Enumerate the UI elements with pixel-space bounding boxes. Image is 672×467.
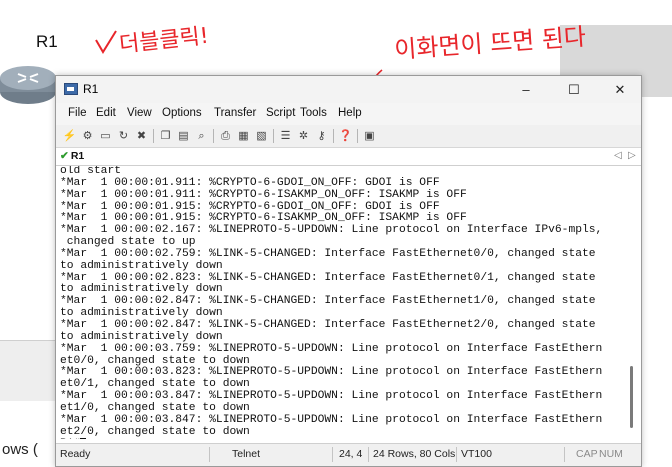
terminal-line: to administratively down	[60, 330, 223, 343]
print-screen-icon[interactable]: ▦	[236, 129, 251, 143]
status-divider	[368, 447, 369, 462]
print-icon[interactable]: ⎙	[218, 129, 233, 143]
tab-r1[interactable]: ✔ R1	[60, 149, 94, 164]
connect-icon[interactable]: ⚡	[62, 129, 77, 143]
scrollbar-thumb[interactable]	[630, 366, 633, 428]
annotation-double-click: 더블클릭!	[118, 24, 210, 58]
toolbar-separator	[213, 129, 214, 143]
status-num: NUM	[599, 448, 623, 460]
menu-view[interactable]: View	[127, 107, 152, 119]
menu-script[interactable]: Script	[266, 107, 295, 119]
terminal-prompt-line[interactable]: R1#	[60, 438, 626, 439]
status-terminal-size: 24 Rows, 80 Cols	[373, 448, 456, 460]
status-emulation: VT100	[461, 448, 492, 460]
session-options-icon[interactable]: ☰	[278, 129, 293, 143]
global-options-icon[interactable]: ✲	[296, 129, 311, 143]
annotation-screen-note: 이화면이 뜨면 된다	[393, 23, 586, 64]
tab-bar: ✔ R1 ◁ ▷	[56, 148, 641, 166]
menu-options[interactable]: Options	[162, 107, 202, 119]
status-divider	[564, 447, 565, 462]
terminal-prompt: R1#	[60, 438, 80, 439]
connect-tab-icon[interactable]: ▭	[98, 129, 113, 143]
sftp-icon[interactable]: ▣	[362, 129, 377, 143]
keymap-icon[interactable]: ⚷	[314, 129, 329, 143]
terminal-line: et1/0, changed state to down	[60, 401, 250, 414]
status-divider	[209, 447, 210, 462]
close-button[interactable]: ✕	[598, 76, 642, 103]
app-icon	[64, 83, 78, 95]
background-text: ows (	[2, 441, 38, 458]
status-divider	[456, 447, 457, 462]
tab-prev-icon[interactable]: ◁	[614, 150, 622, 161]
status-protocol: Telnet	[232, 448, 261, 460]
paste-icon[interactable]: ▤	[176, 129, 191, 143]
router-icon[interactable]	[0, 56, 60, 108]
menu-tools[interactable]: Tools	[300, 107, 327, 119]
menu-bar: File Edit View Options Transfer Script T…	[56, 103, 641, 125]
terminal-line: et2/0, changed state to down	[60, 425, 250, 438]
print-setup-icon[interactable]: ▧	[254, 129, 269, 143]
menu-help[interactable]: Help	[338, 107, 362, 119]
help-icon[interactable]: ❓	[338, 129, 353, 143]
terminal-cursor	[80, 438, 87, 439]
toolbar-separator	[333, 129, 334, 143]
background-strip	[0, 340, 62, 401]
terminal-line: *Mar 1 00:00:03.759: %LINEPROTO-5-UPDOWN…	[60, 342, 603, 355]
tab-label: R1	[70, 150, 85, 162]
terminal-line: *Mar 1 00:00:03.847: %LINEPROTO-5-UPDOWN…	[60, 413, 603, 426]
status-cursor-position: 24, 4	[339, 448, 363, 460]
title-bar[interactable]: R1 – ☐ ✕	[56, 76, 641, 103]
reconnect-icon[interactable]: ↻	[116, 129, 131, 143]
copy-icon[interactable]: ❐	[158, 129, 173, 143]
terminal-line: to administratively down	[60, 259, 223, 272]
menu-edit[interactable]: Edit	[96, 107, 116, 119]
connected-check-icon: ✔	[60, 150, 69, 162]
terminal-line: *Mar 1 00:00:02.759: %LINK-5-CHANGED: In…	[60, 247, 596, 260]
terminal-line: *Mar 1 00:00:01.911: %CRYPTO-6-GDOI_ON_O…	[60, 176, 440, 189]
router-label: R1	[36, 32, 58, 51]
toolbar: ⚡ ⚙ ▭ ↻ ✖ ❐ ▤ ⌕ ⎙ ▦ ▧ ☰ ✲ ⚷ ❓ ▣	[56, 125, 641, 148]
window-title: R1	[83, 82, 99, 96]
maximize-button[interactable]: ☐	[552, 76, 596, 103]
terminal-window: R1 – ☐ ✕ File Edit View Options Transfer…	[55, 75, 642, 467]
find-icon[interactable]: ⌕	[194, 129, 209, 143]
status-bar: Ready Telnet 24, 4 24 Rows, 80 Cols VT10…	[56, 443, 641, 466]
toolbar-separator	[153, 129, 154, 143]
checkmark-annotation	[95, 30, 117, 54]
quick-connect-icon[interactable]: ⚙	[80, 129, 95, 143]
status-state: Ready	[60, 448, 91, 460]
disconnect-icon[interactable]: ✖	[134, 129, 149, 143]
minimize-button[interactable]: –	[504, 76, 548, 103]
menu-file[interactable]: File	[68, 107, 87, 119]
menu-transfer[interactable]: Transfer	[214, 107, 256, 119]
terminal-line: *Mar 1 00:00:01.911: %CRYPTO-6-ISAKMP_ON…	[60, 188, 467, 201]
toolbar-separator	[357, 129, 358, 143]
status-divider	[332, 447, 333, 462]
toolbar-separator	[273, 129, 274, 143]
status-caps: CAP	[576, 448, 598, 460]
tab-next-icon[interactable]: ▷	[628, 150, 636, 161]
terminal-output[interactable]: old start *Mar 1 00:00:01.911: %CRYPTO-6-…	[60, 166, 626, 439]
